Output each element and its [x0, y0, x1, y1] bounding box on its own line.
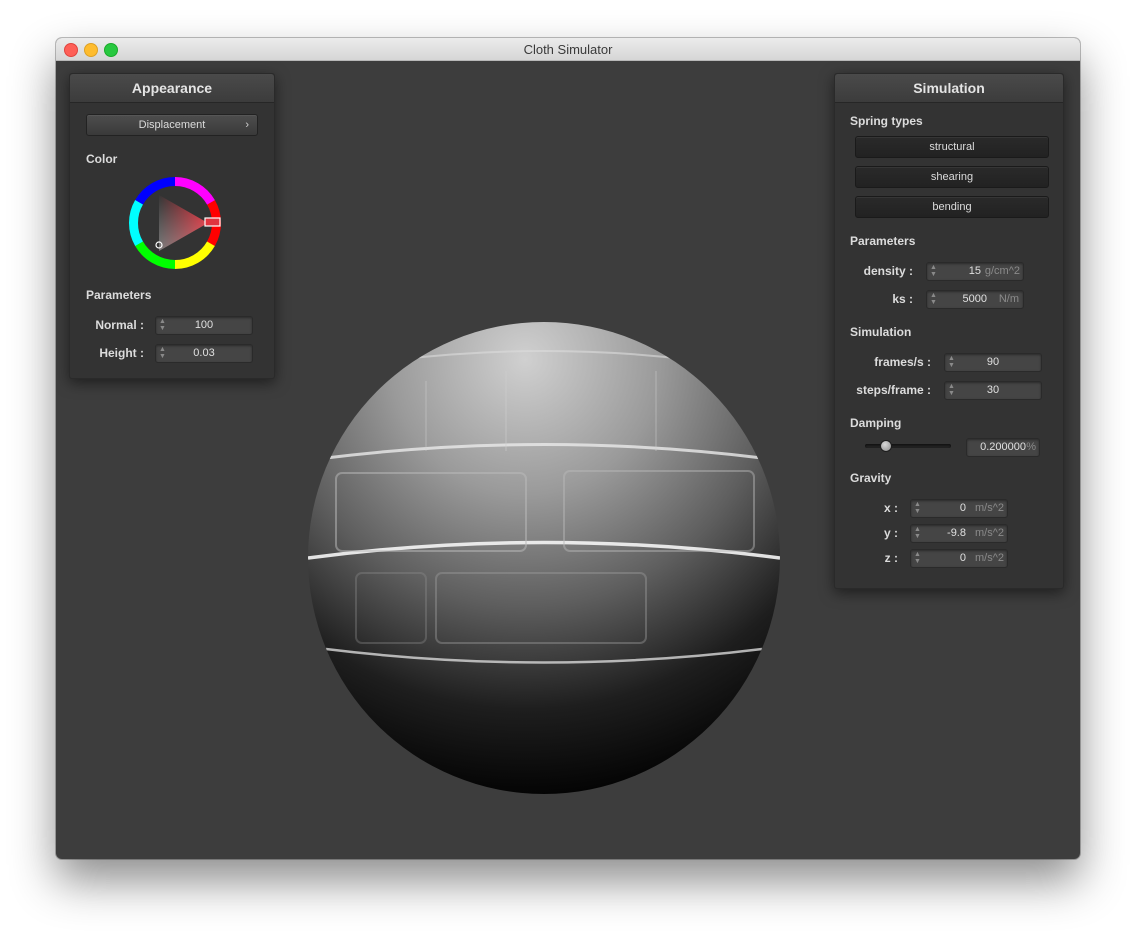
- spinner-arrows-icon[interactable]: ▲ ▼: [914, 526, 921, 541]
- spinner-arrows-icon[interactable]: ▲ ▼: [930, 264, 937, 279]
- damping-field[interactable]: 0.200000 %: [966, 438, 1040, 457]
- damping-slider-knob[interactable]: [880, 440, 893, 452]
- fps-label: frames/s :: [874, 355, 931, 369]
- gravity-z-label: z :: [884, 551, 898, 565]
- ks-label: ks :: [892, 292, 913, 306]
- gravity-label: Gravity: [850, 471, 892, 485]
- structural-button[interactable]: structural: [855, 136, 1049, 158]
- ks-field[interactable]: ▲ ▼ 5000 N/m: [926, 290, 1024, 309]
- gravity-y-label: y :: [883, 526, 898, 540]
- normal-field[interactable]: ▲ ▼ 100: [155, 316, 253, 335]
- simulation-panel: Simulation Spring types structural shear…: [834, 73, 1064, 589]
- gravity-x-label: x :: [883, 501, 898, 515]
- shader-select[interactable]: Displacement ›: [86, 114, 258, 136]
- color-group-label: Color: [86, 152, 118, 166]
- gravity-z-field[interactable]: ▲ ▼ 0 m/s^2: [910, 549, 1008, 568]
- appearance-panel: Appearance Displacement › Color Paramete…: [69, 73, 275, 379]
- height-field[interactable]: ▲ ▼ 0.03: [155, 344, 253, 363]
- spinner-arrows-icon[interactable]: ▲ ▼: [930, 292, 937, 307]
- density-label: density :: [863, 264, 913, 278]
- rendered-sphere: [308, 322, 780, 794]
- steps-per-frame-label: steps/frame :: [856, 383, 931, 397]
- gravity-x-field[interactable]: ▲ ▼ 0 m/s^2: [910, 499, 1008, 518]
- sim-parameters-label: Parameters: [850, 234, 916, 248]
- simulation-group-label: Simulation: [850, 325, 912, 339]
- bending-button[interactable]: bending: [855, 196, 1049, 218]
- chevron-right-icon: ›: [245, 119, 249, 131]
- render-viewport[interactable]: Appearance Displacement › Color Paramete…: [56, 61, 1080, 859]
- normal-label: Normal :: [95, 318, 144, 332]
- density-field[interactable]: ▲ ▼ 15 g/cm^2: [926, 262, 1024, 281]
- fps-field[interactable]: ▲ ▼ 90: [944, 353, 1042, 372]
- spinner-arrows-icon[interactable]: ▲ ▼: [914, 501, 921, 516]
- shader-select-label: Displacement: [138, 119, 206, 131]
- simulation-panel-title[interactable]: Simulation: [835, 74, 1063, 103]
- title-bar[interactable]: Cloth Simulator: [56, 38, 1080, 61]
- height-label: Height :: [99, 346, 144, 360]
- steps-per-frame-field[interactable]: ▲ ▼ 30: [944, 381, 1042, 400]
- appearance-parameters-label: Parameters: [86, 288, 152, 302]
- color-wheel[interactable]: [128, 176, 222, 270]
- spinner-arrows-icon[interactable]: ▲ ▼: [914, 551, 921, 566]
- damping-label: Damping: [850, 416, 902, 430]
- damping-slider[interactable]: [865, 444, 951, 448]
- app-window: Cloth Simulator Appearance Displacement …: [56, 38, 1080, 859]
- shearing-button[interactable]: shearing: [855, 166, 1049, 188]
- appearance-panel-title[interactable]: Appearance: [70, 74, 274, 103]
- window-title: Cloth Simulator: [523, 42, 613, 57]
- gravity-y-field[interactable]: ▲ ▼ -9.8 m/s^2: [910, 524, 1008, 543]
- spring-types-label: Spring types: [850, 114, 923, 128]
